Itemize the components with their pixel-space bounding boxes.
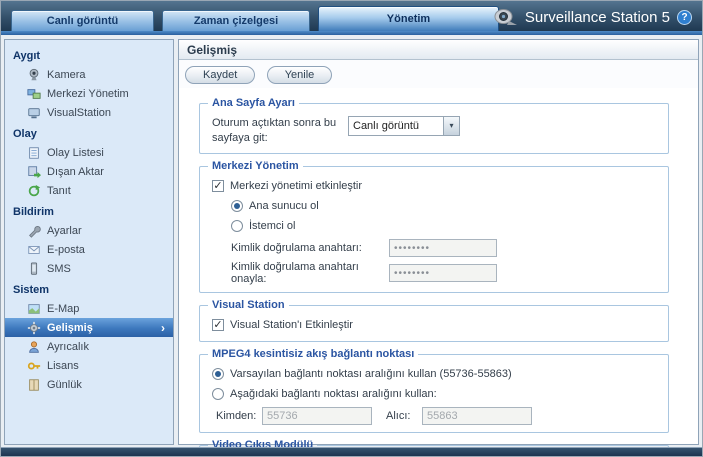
sidebar-item-e-posta[interactable]: E-posta (5, 240, 173, 259)
fieldset-central-management: Merkezi Yönetim ✓ Merkezi yönetimi etkin… (199, 160, 669, 293)
wrench-icon (27, 224, 41, 238)
app-window: Canlı görüntü Zaman çizelgesi Yönetim Su… (0, 0, 703, 457)
sidebar-item-e-map[interactable]: E-Map (5, 299, 173, 318)
sidebar: Aygıt Kamera Merkezi Yönetim VisualStati… (4, 39, 174, 445)
fieldset-legend: MPEG4 kesintisiz akış bağlantı noktası (208, 348, 418, 360)
sidebar-item-label: Olay Listesi (47, 147, 104, 159)
sidebar-item-label: Ayarlar (47, 225, 82, 237)
sidebar-item-label: Tanıt (47, 185, 71, 197)
chevron-right-icon: › (161, 321, 165, 335)
sidebar-item-visualstation[interactable]: VisualStation (5, 103, 173, 122)
sidebar-item-label: Merkezi Yönetim (47, 88, 129, 100)
sidebar-item-label: VisualStation (47, 107, 111, 119)
fieldset-legend: Visual Station (208, 299, 289, 311)
sidebar-item-label: Dışan Aktar (47, 166, 104, 178)
main-panel: Gelişmiş Kaydet Yenile Ana Sayfa Ayarı O… (178, 39, 699, 445)
fieldset-legend: Ana Sayfa Ayarı (208, 97, 299, 109)
sidebar-item-label: Günlük (47, 379, 82, 391)
sidebar-item-label: SMS (47, 263, 71, 275)
sidebar-item-label: Kamera (47, 69, 86, 81)
checkbox-label[interactable]: Visual Station'ı Etkinleştir (230, 319, 353, 331)
auth-key-confirm-field (389, 264, 497, 282)
tab-yonetim[interactable]: Yönetim (318, 6, 499, 31)
camera-icon (27, 68, 41, 82)
sidebar-item-sms[interactable]: SMS (5, 259, 173, 278)
camera-icon (494, 9, 518, 26)
sidebar-item-ayarlar[interactable]: Ayarlar (5, 221, 173, 240)
top-navigation-bar: Canlı görüntü Zaman çizelgesi Yönetim Su… (1, 1, 702, 31)
privilege-user-icon (27, 340, 41, 354)
enable-visual-station-checkbox[interactable]: ✓ (212, 319, 224, 331)
radio-label[interactable]: Ana sunucu ol (249, 200, 319, 212)
topbar-accent-strip (1, 31, 702, 35)
visualstation-icon (27, 106, 41, 120)
sidebar-item-tanit[interactable]: Tanıt (5, 181, 173, 200)
sms-phone-icon (27, 262, 41, 276)
tab-canli-goruntu[interactable]: Canlı görüntü (11, 10, 154, 31)
client-radio[interactable] (231, 220, 243, 232)
event-list-icon (27, 146, 41, 160)
fieldset-home-page: Ana Sayfa Ayarı Oturum açtıktan sonra bu… (199, 97, 669, 154)
sidebar-section-sistem: Sistem (5, 278, 173, 299)
tab-zaman-cizelgesi[interactable]: Zaman çizelgesi (162, 10, 310, 31)
port-from-label: Kimden: (216, 410, 262, 422)
sidebar-item-label: Gelişmiş (47, 322, 93, 334)
mail-icon (27, 243, 41, 257)
sidebar-item-gunluk[interactable]: Günlük (5, 375, 173, 394)
sidebar-item-label: Lisans (47, 360, 79, 372)
port-to-field (422, 407, 532, 425)
bottom-status-strip (1, 447, 702, 456)
sidebar-item-disan-aktar[interactable]: Dışan Aktar (5, 162, 173, 181)
app-title: Surveillance Station 5 (525, 9, 670, 26)
sidebar-section-olay: Olay (5, 122, 173, 143)
sidebar-section-bildirim: Bildirim (5, 200, 173, 221)
promote-icon (27, 184, 41, 198)
sidebar-section-aygit: Aygıt (5, 44, 173, 65)
checkbox-label[interactable]: Merkezi yönetimi etkinleştir (230, 180, 362, 192)
radio-label[interactable]: Varsayılan bağlantı noktası aralığını ku… (230, 368, 512, 380)
refresh-button[interactable]: Yenile (267, 66, 333, 84)
page-title: Gelişmiş (179, 40, 698, 60)
radio-label[interactable]: Aşağıdaki bağlantı noktası aralığını kul… (230, 388, 437, 400)
app-logo: Surveillance Station 5 ? (494, 4, 692, 30)
enable-central-management-checkbox[interactable]: ✓ (212, 180, 224, 192)
sidebar-item-ayricalik[interactable]: Ayrıcalık (5, 337, 173, 356)
central-management-icon (27, 87, 41, 101)
emap-icon (27, 302, 41, 316)
auth-key-label: Kimlik doğrulama anahtarı: (231, 242, 389, 254)
toolbar: Kaydet Yenile (179, 60, 698, 88)
default-port-range-radio[interactable] (212, 368, 224, 380)
gear-icon (27, 321, 41, 335)
sidebar-item-lisans[interactable]: Lisans (5, 356, 173, 375)
save-button[interactable]: Kaydet (185, 66, 255, 84)
chevron-down-icon[interactable]: ▾ (443, 117, 459, 135)
host-server-radio[interactable] (231, 200, 243, 212)
radio-label[interactable]: İstemci ol (249, 220, 295, 232)
home-page-label: Oturum açtıktan sonra bu sayfaya git: (212, 116, 348, 146)
sidebar-item-kamera[interactable]: Kamera (5, 65, 173, 84)
port-from-field (262, 407, 372, 425)
help-icon[interactable]: ? (677, 10, 692, 25)
fieldset-visual-station: Visual Station ✓ Visual Station'ı Etkinl… (199, 299, 669, 342)
auth-key-confirm-label: Kimlik doğrulama anahtarı onayla: (231, 261, 389, 285)
sidebar-item-label: Ayrıcalık (47, 341, 89, 353)
auth-key-field (389, 239, 497, 257)
sidebar-item-olay-listesi[interactable]: Olay Listesi (5, 143, 173, 162)
sidebar-item-label: E-posta (47, 244, 85, 256)
fieldset-mpeg4-port: MPEG4 kesintisiz akış bağlantı noktası V… (199, 348, 669, 433)
fieldset-legend: Merkezi Yönetim (208, 160, 303, 172)
select-value: Canlı görüntü (349, 117, 443, 135)
settings-content: Ana Sayfa Ayarı Oturum açtıktan sonra bu… (179, 88, 698, 457)
license-key-icon (27, 359, 41, 373)
log-book-icon (27, 378, 41, 392)
sidebar-item-label: E-Map (47, 303, 79, 315)
home-page-select[interactable]: Canlı görüntü ▾ (348, 116, 460, 136)
port-to-label: Alıcı: (386, 410, 422, 422)
export-icon (27, 165, 41, 179)
sidebar-item-merkezi-yonetim[interactable]: Merkezi Yönetim (5, 84, 173, 103)
sidebar-item-gelismis[interactable]: Gelişmiş › (5, 318, 173, 337)
custom-port-range-radio[interactable] (212, 388, 224, 400)
